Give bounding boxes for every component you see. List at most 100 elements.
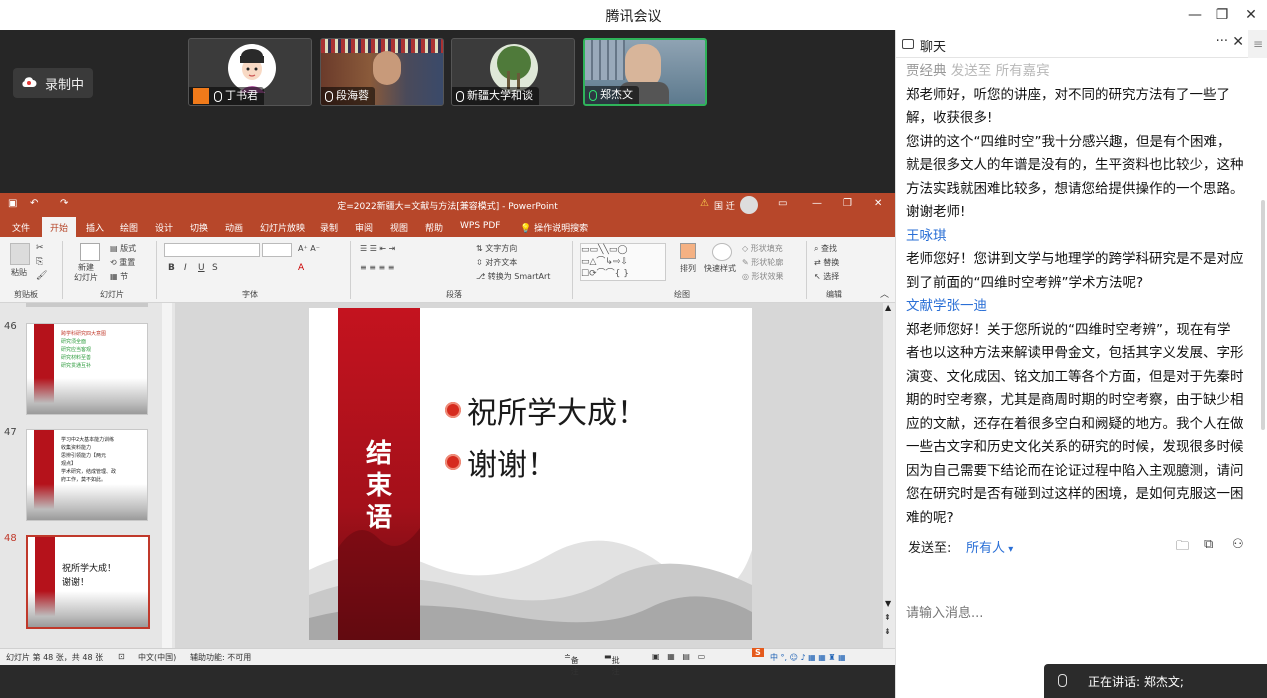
italic-button[interactable]: I: [184, 263, 187, 273]
message-sender[interactable]: 王咏琪: [906, 225, 1256, 249]
chat-scrollbar[interactable]: [1261, 200, 1265, 430]
participant-tile[interactable]: 新疆大学和谈: [451, 38, 575, 106]
tab-wps-pdf[interactable]: WPS PDF: [460, 221, 500, 231]
underline-button[interactable]: U: [198, 263, 205, 273]
group-slides: 幻灯片: [100, 290, 124, 299]
slide-thumbnail[interactable]: 学习中2大基本能力训练 收集资料能力 思辨引领能力【两元 观点】 学术研究，结成…: [26, 429, 148, 521]
chat-message-list[interactable]: 贾经典 发送至 所有嘉宾 郑老师好，听您的讲座，对不同的研究方法有了一些了 解，…: [906, 60, 1256, 532]
tab-transitions[interactable]: 切换: [190, 221, 208, 234]
shapes-gallery[interactable]: ▭▭╲╲▭◯ ▭△⌒↳⇨⇩ ☐⟳⌒⌒{ }: [580, 243, 666, 281]
accessibility-indicator[interactable]: 辅助功能: 不可用: [190, 652, 251, 663]
font-color-button[interactable]: A: [298, 263, 304, 273]
shape-fill-button[interactable]: ◇ 形状填充: [742, 243, 783, 254]
arrange-icon[interactable]: [680, 243, 696, 259]
tab-insert[interactable]: 插入: [86, 221, 104, 234]
quick-style-label[interactable]: 快速样式: [704, 263, 736, 274]
section-button[interactable]: ▦ 节: [110, 271, 128, 282]
quick-style-icon[interactable]: [712, 243, 732, 261]
tell-me-search[interactable]: 💡 操作说明搜索: [520, 221, 588, 234]
bullets-icon[interactable]: ☰ ☰ ⇤ ⇥: [360, 244, 395, 253]
align-text-button[interactable]: ⇳ 对齐文本: [476, 257, 517, 268]
shape-outline-button[interactable]: ✎ 形状轮廓: [742, 257, 783, 268]
bold-button[interactable]: B: [168, 263, 175, 273]
copy-icon[interactable]: ⎘: [36, 257, 43, 267]
chat-close-button[interactable]: ✕: [1232, 34, 1244, 50]
more-options-button[interactable]: ···: [1216, 34, 1228, 49]
arrange-label[interactable]: 排列: [680, 263, 696, 274]
comments-button[interactable]: ▬ 批注: [604, 652, 620, 676]
next-slide-icon[interactable]: ⇟: [884, 627, 891, 636]
file-icon[interactable]: 🗀: [1176, 537, 1194, 554]
tab-slideshow[interactable]: 幻灯片放映: [260, 221, 305, 234]
current-slide[interactable]: 结束语 祝所学大成！ 谢谢！: [309, 308, 752, 640]
slide-thumbnail-selected[interactable]: 祝所学大成！ 谢谢！: [26, 535, 150, 629]
message-line: 期的时空考察，尤其是商周时期的时空考察，由于缺少相: [906, 392, 1244, 408]
shape-effect-button[interactable]: ◎ 形状效果: [742, 271, 784, 282]
smartart-button[interactable]: ⎇ 转换为 SmartArt: [476, 271, 550, 282]
speaking-indicator: 正在讲话: 郑杰文;: [1044, 664, 1267, 698]
font-name-select[interactable]: [164, 243, 260, 257]
member-icon[interactable]: ⚇: [1232, 537, 1250, 553]
chat-message-input[interactable]: [906, 558, 1261, 668]
tab-draw[interactable]: 绘图: [120, 221, 138, 234]
slide-scrollbar[interactable]: ▲ ▼ ⇞ ⇟: [883, 303, 895, 648]
chat-title: 聊天: [920, 40, 947, 55]
layout-button[interactable]: ▤ 版式: [110, 243, 136, 254]
tab-view[interactable]: 视图: [390, 221, 408, 234]
paste-icon[interactable]: [10, 243, 30, 265]
message-line: 您讲的这个“四维时空”我十分感兴趣，但是有个困难，: [906, 133, 1231, 150]
ime-logo-icon[interactable]: S: [752, 648, 764, 657]
spell-check-icon[interactable]: ⊡: [118, 652, 125, 661]
slide-thumbnail[interactable]: 跨学科研究四大意图 研究须全面 研究应当客观 研究材料至善 研究贯通互补: [26, 323, 148, 415]
cut-icon[interactable]: ✂: [36, 243, 44, 253]
format-painter-icon[interactable]: 🖌: [36, 271, 47, 281]
message-sender[interactable]: 文献学张一迪: [906, 295, 1256, 319]
shadow-button[interactable]: S: [212, 263, 218, 273]
select-button[interactable]: ↖ 选择: [814, 271, 839, 282]
ribbon-display-icon[interactable]: ▭: [778, 198, 787, 209]
recording-indicator[interactable]: 录制中: [13, 68, 93, 98]
close-button[interactable]: ✕: [1240, 4, 1262, 26]
message-line: 到了前面的“四维时空考辨”学术方法呢?: [906, 274, 1144, 291]
text-direction-button[interactable]: ⇅ 文字方向: [476, 243, 517, 254]
screenshot-icon[interactable]: ⧉: [1204, 537, 1222, 553]
ppt-maximize-button[interactable]: ❐: [843, 198, 852, 209]
font-size-select[interactable]: [262, 243, 292, 257]
tab-file[interactable]: 文件: [12, 221, 30, 234]
new-slide-icon[interactable]: [80, 243, 100, 261]
maximize-button[interactable]: ❐: [1211, 4, 1233, 26]
participant-name-tag: 丁书君: [189, 87, 264, 105]
thumbnail-scrollbar[interactable]: [162, 303, 172, 648]
tab-help[interactable]: 帮助: [425, 221, 443, 234]
minimize-button[interactable]: —: [1184, 4, 1206, 26]
replace-button[interactable]: ⇄ 替换: [814, 257, 839, 268]
tab-animations[interactable]: 动画: [225, 221, 243, 234]
collapse-ribbon-icon[interactable]: ︿: [880, 287, 889, 300]
notes-button[interactable]: ≐ 备注: [564, 652, 579, 676]
slide-vertical-title: 结束语: [356, 438, 402, 534]
prev-slide-icon[interactable]: ⇞: [884, 613, 891, 622]
reset-button[interactable]: ⟲ 重置: [110, 257, 135, 268]
align-icons[interactable]: ≡ ≡ ≡ ≡: [360, 263, 394, 272]
ppt-user-name: 国 迁: [714, 202, 735, 212]
find-button[interactable]: ⌕ 查找: [814, 243, 837, 254]
user-avatar[interactable]: [740, 196, 758, 214]
font-grow-icon[interactable]: A⁺ A⁻: [298, 244, 320, 253]
participant-tile[interactable]: 丁书君: [188, 38, 312, 106]
ppt-close-button[interactable]: ✕: [874, 198, 882, 209]
panel-menu-button[interactable]: ≡: [1248, 30, 1267, 58]
message-line: 演变、文化成因、铭文加工等各个方面，但是对于先秦时: [906, 368, 1244, 385]
ppt-minimize-button[interactable]: —: [812, 198, 822, 209]
tab-home[interactable]: 开始: [42, 217, 77, 237]
tab-record[interactable]: 录制: [320, 221, 338, 234]
send-target-dropdown[interactable]: 所有人: [966, 537, 1013, 556]
message-line: 解，收获很多!: [906, 110, 993, 126]
participant-tile-active[interactable]: 郑杰文: [583, 38, 707, 106]
language-indicator[interactable]: 中文(中国): [138, 652, 176, 663]
tab-design[interactable]: 设计: [155, 221, 173, 234]
participant-tile[interactable]: 段海蓉: [320, 38, 444, 106]
tab-review[interactable]: 审阅: [355, 221, 373, 234]
vertical-title-char: 束: [365, 471, 392, 501]
ime-toolbar-icons[interactable]: 中 °, ☺ ♪ ▦ ▦ ♜ ▦: [770, 652, 846, 663]
normal-view-icon[interactable]: ▣ ▦ ▤ ▭: [652, 652, 705, 661]
